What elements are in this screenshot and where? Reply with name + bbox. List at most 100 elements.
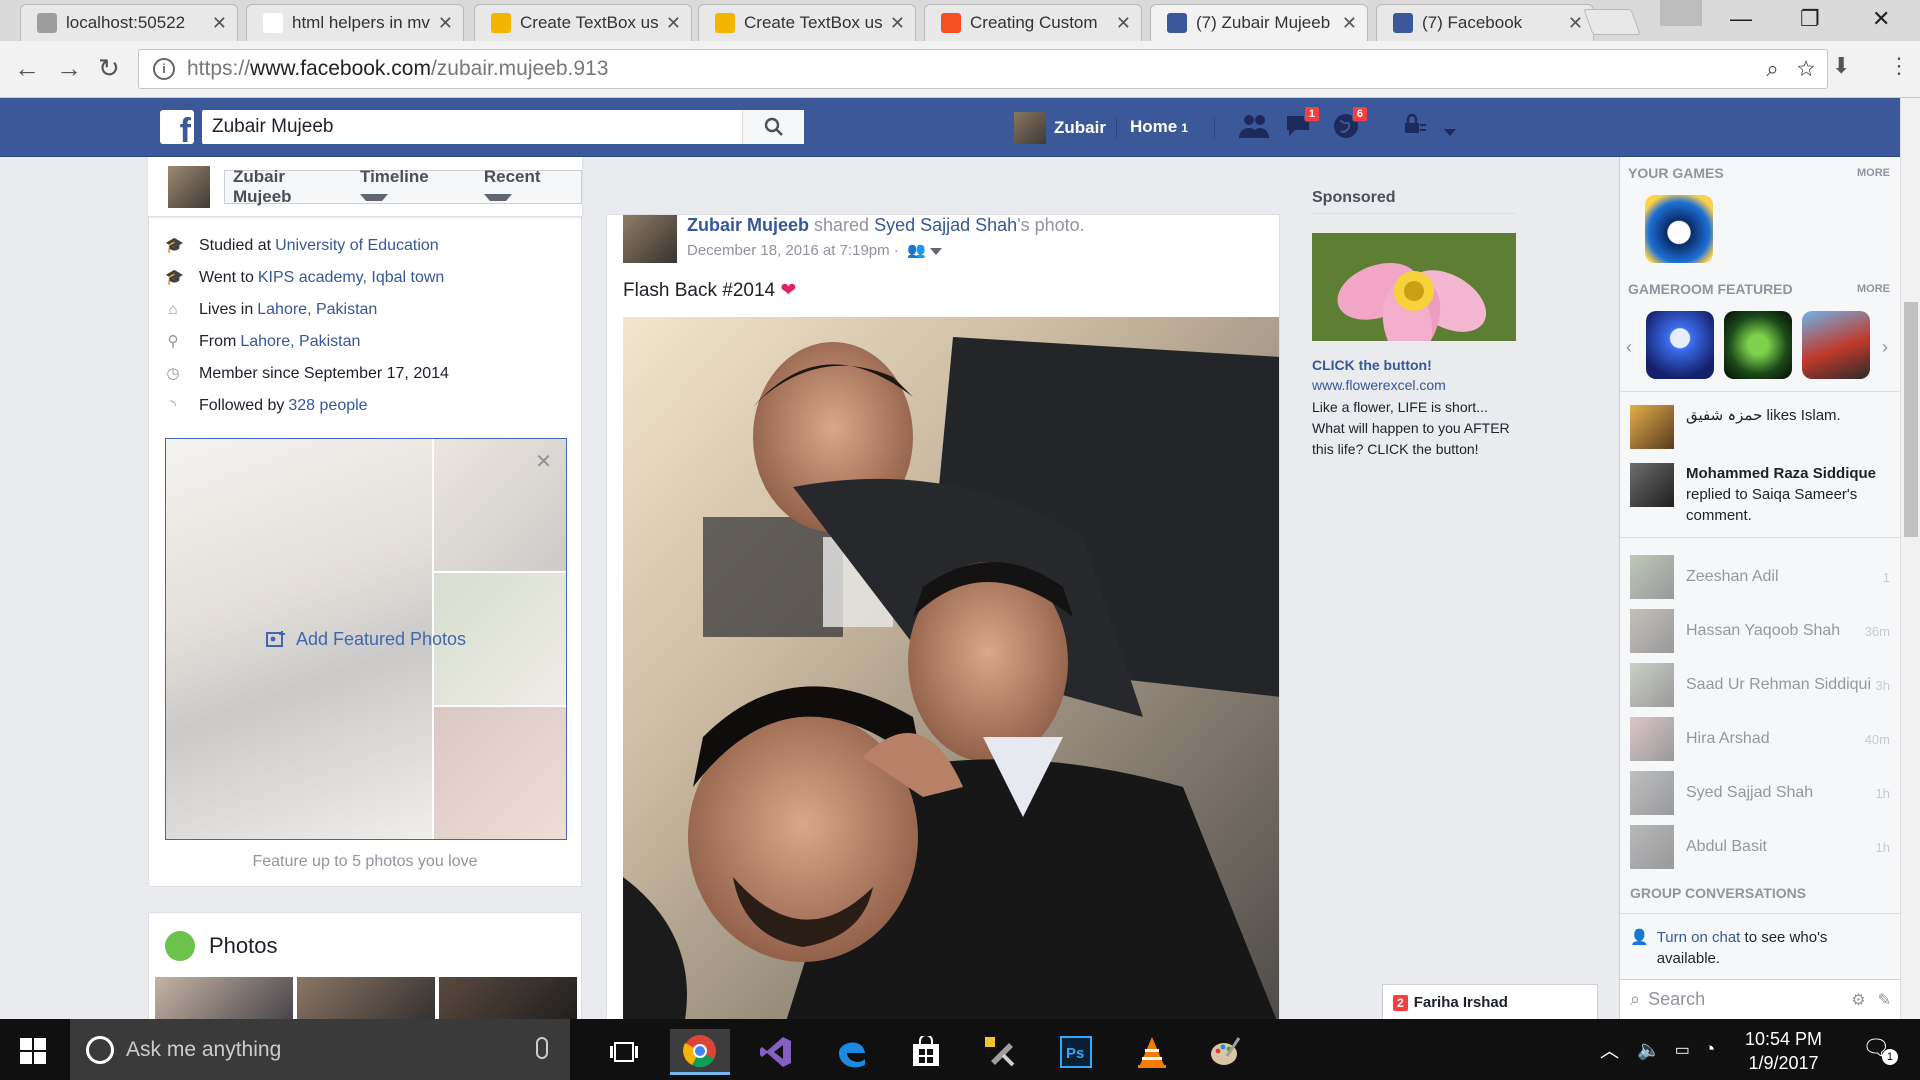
photos-heading[interactable]: Photos bbox=[165, 931, 278, 961]
cortana-search-box[interactable]: Ask me anything bbox=[70, 1019, 570, 1080]
browser-tab[interactable]: (7) Zubair Mujeeb ✕ bbox=[1150, 4, 1368, 41]
post-author-link[interactable]: Zubair Mujeeb bbox=[687, 215, 809, 235]
ticker-item[interactable]: حمزہ شفیق likes Islam. bbox=[1620, 405, 1900, 449]
site-info-icon[interactable]: i bbox=[153, 58, 175, 80]
chat-contact[interactable]: Saad Ur Rehman Siddiqui 3h bbox=[1630, 663, 1890, 707]
chat-contact[interactable]: Syed Sajjad Shah 1h bbox=[1630, 771, 1890, 815]
chat-search[interactable]: ⌕ Search ⚙ ✎ bbox=[1620, 979, 1901, 1019]
recent-dropdown[interactable]: Recent bbox=[468, 167, 581, 207]
ad-title-link[interactable]: CLICK the button! bbox=[1312, 357, 1432, 373]
profile-button[interactable] bbox=[1660, 0, 1702, 26]
gear-icon[interactable]: ⚙ bbox=[1851, 990, 1865, 1010]
intro-link[interactable]: University of Education bbox=[275, 237, 439, 255]
paint-icon[interactable] bbox=[1196, 1029, 1256, 1075]
restore-icon[interactable]: ❐ bbox=[1800, 6, 1820, 32]
chevron-right-icon[interactable]: › bbox=[1882, 337, 1888, 358]
nav-profile-link[interactable]: Zubair bbox=[1014, 111, 1106, 145]
zoom-icon[interactable]: ⌕ bbox=[1766, 56, 1778, 81]
close-window-icon[interactable]: ✕ bbox=[1872, 6, 1890, 32]
intro-link[interactable]: 328 people bbox=[288, 397, 367, 415]
post-photo[interactable] bbox=[623, 317, 1279, 1029]
more-gameroom-link[interactable]: MORE bbox=[1857, 283, 1890, 295]
messages-icon[interactable]: 1 bbox=[1282, 106, 1320, 142]
close-tab-icon[interactable]: ✕ bbox=[890, 13, 905, 34]
new-message-icon[interactable]: ✎ bbox=[1878, 990, 1891, 1010]
post-date-link[interactable]: December 18, 2016 at 7:19pm · bbox=[687, 242, 899, 259]
bookmark-star-icon[interactable]: ☆ bbox=[1797, 56, 1815, 81]
chat-contact[interactable]: Hira Arshad 40m bbox=[1630, 717, 1890, 761]
notifications-globe-icon[interactable]: 6 bbox=[1330, 106, 1368, 142]
wifi-icon[interactable]: ◔ bbox=[1704, 1039, 1715, 1061]
show-hidden-icons-icon[interactable]: ︿ bbox=[1600, 1036, 1619, 1063]
avatar[interactable] bbox=[168, 166, 210, 208]
close-tab-icon[interactable]: ✕ bbox=[1342, 13, 1357, 34]
volume-icon[interactable]: 🔈 bbox=[1637, 1038, 1661, 1062]
close-tab-icon[interactable]: ✕ bbox=[438, 13, 453, 34]
browser-tab[interactable]: Create TextBox using ✕ bbox=[474, 4, 692, 41]
friend-requests-icon[interactable] bbox=[1238, 112, 1270, 142]
photo-thumbnail[interactable] bbox=[155, 977, 293, 1021]
browser-tab[interactable]: (7) Facebook ✕ bbox=[1376, 4, 1594, 41]
ad-image[interactable] bbox=[1312, 233, 1516, 341]
ticker-item[interactable]: Mohammed Raza Siddique replied to Saiqa … bbox=[1620, 463, 1900, 526]
facebook-search-input[interactable] bbox=[202, 110, 742, 144]
forward-icon[interactable]: → bbox=[56, 53, 82, 84]
add-featured-photos-box[interactable]: Add Featured Photos ✕ bbox=[165, 438, 567, 840]
search-button[interactable] bbox=[742, 110, 804, 144]
microphone-icon[interactable] bbox=[536, 1037, 548, 1059]
close-tab-icon[interactable]: ✕ bbox=[1568, 13, 1583, 34]
turn-on-chat-link[interactable]: Turn on chat bbox=[1657, 929, 1741, 946]
taskbar-clock[interactable]: 10:54 PM 1/9/2017 bbox=[1745, 1027, 1822, 1075]
menu-kebab-icon[interactable]: ⋮ bbox=[1888, 53, 1910, 79]
photo-thumbnail[interactable] bbox=[439, 977, 577, 1021]
task-view-icon[interactable] bbox=[594, 1029, 654, 1075]
minimize-icon[interactable]: — bbox=[1730, 6, 1752, 32]
chevron-down-icon[interactable] bbox=[929, 247, 942, 255]
avatar[interactable] bbox=[623, 215, 677, 263]
vlc-icon[interactable] bbox=[1122, 1029, 1182, 1075]
browser-tab[interactable]: html helpers in mvc ✕ bbox=[246, 4, 464, 41]
more-games-link[interactable]: MORE bbox=[1857, 167, 1890, 179]
shared-from-link[interactable]: Syed Sajjad Shah bbox=[874, 215, 1017, 235]
account-dropdown-icon[interactable] bbox=[1436, 112, 1456, 142]
action-center-icon[interactable]: 🗨 1 bbox=[1862, 1035, 1898, 1065]
intro-link[interactable]: Lahore, Pakistan bbox=[240, 333, 360, 351]
audience-friends-icon[interactable]: 👥 bbox=[903, 242, 926, 259]
download-icon[interactable]: ⬇ bbox=[1832, 53, 1850, 79]
browser-tab[interactable]: Create TextBox using ✕ bbox=[698, 4, 916, 41]
page-scrollbar[interactable] bbox=[1900, 98, 1920, 1019]
nav-home-link[interactable]: Home 1 bbox=[1130, 117, 1188, 137]
chat-contact[interactable]: Abdul Basit 1h bbox=[1630, 825, 1890, 869]
8-ball-pool-game-icon[interactable] bbox=[1645, 195, 1713, 263]
close-tab-icon[interactable]: ✕ bbox=[666, 13, 681, 34]
facebook-logo[interactable]: f bbox=[160, 110, 194, 144]
scrollbar-thumb[interactable] bbox=[1904, 302, 1918, 537]
timeline-dropdown[interactable]: Timeline bbox=[344, 167, 468, 207]
intro-link[interactable]: Lahore, Pakistan bbox=[257, 301, 377, 319]
address-bar[interactable]: i https:// www.facebook.com /zubair.muje… bbox=[138, 49, 1828, 89]
chat-search-input[interactable]: Search bbox=[1648, 989, 1851, 1010]
battery-icon[interactable]: ▭ bbox=[1675, 1040, 1690, 1060]
edge-icon[interactable] bbox=[822, 1029, 882, 1075]
profile-name-link[interactable]: Zubair Mujeeb bbox=[225, 167, 344, 207]
browser-tab[interactable]: localhost:50522 ✕ bbox=[20, 4, 238, 41]
game-tile-icon[interactable] bbox=[1646, 311, 1714, 379]
browser-tab[interactable]: Creating Custom ✕ bbox=[924, 4, 1142, 41]
close-tab-icon[interactable]: ✕ bbox=[1116, 13, 1131, 34]
reload-icon[interactable]: ↻ bbox=[98, 53, 120, 84]
game-tile-icon[interactable] bbox=[1724, 311, 1792, 379]
chat-contact[interactable]: Zeeshan Adil 1 bbox=[1630, 555, 1890, 599]
back-icon[interactable]: ← bbox=[14, 53, 40, 84]
close-tab-icon[interactable]: ✕ bbox=[212, 13, 227, 34]
windows-start-icon[interactable] bbox=[20, 1038, 46, 1064]
store-icon[interactable] bbox=[896, 1029, 956, 1075]
privacy-shortcuts-icon[interactable] bbox=[1402, 112, 1428, 142]
chat-tab[interactable]: 2 Fariha Irshad bbox=[1382, 984, 1598, 1020]
close-icon[interactable]: ✕ bbox=[535, 449, 552, 474]
ad-site-link[interactable]: www.flowerexcel.com bbox=[1312, 377, 1446, 393]
photoshop-icon[interactable]: Ps bbox=[1046, 1029, 1106, 1075]
photo-thumbnail[interactable] bbox=[297, 977, 435, 1021]
intro-link[interactable]: KIPS academy, Iqbal town bbox=[258, 269, 444, 287]
add-featured-photos-label[interactable]: Add Featured Photos bbox=[166, 439, 566, 839]
new-tab-button[interactable] bbox=[1583, 9, 1641, 35]
